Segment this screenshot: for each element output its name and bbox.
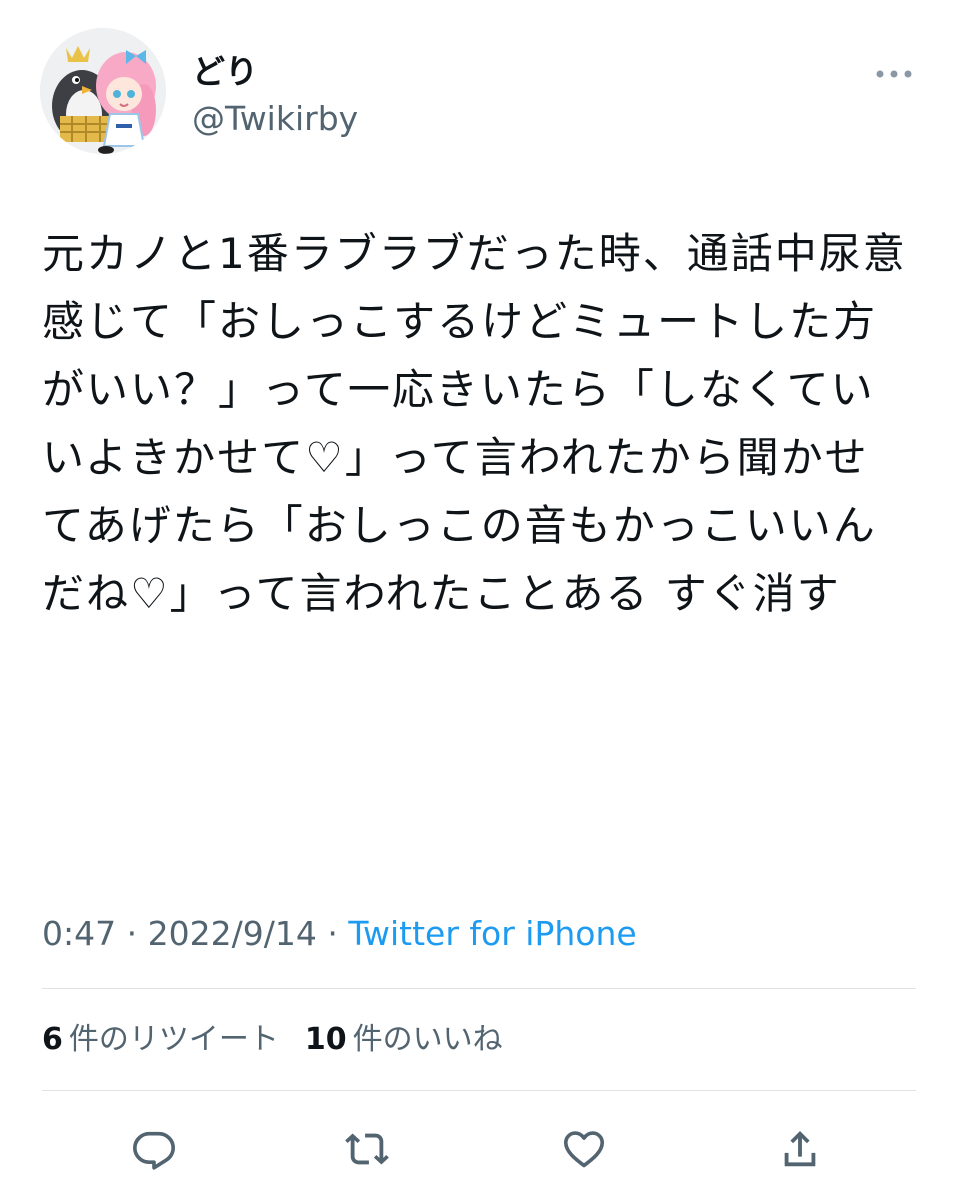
reply-bubble-icon xyxy=(133,1131,175,1170)
display-name[interactable]: どり xyxy=(192,52,258,92)
share-button[interactable] xyxy=(770,1124,830,1174)
retweet-icon xyxy=(345,1133,389,1165)
tweet-time[interactable]: 0:47 xyxy=(42,914,116,953)
avatar-illustration xyxy=(40,28,166,154)
user-handle[interactable]: @Twikirby xyxy=(192,99,358,139)
heart-icon xyxy=(563,1131,605,1168)
likes-label: 件のいいね xyxy=(352,1022,503,1057)
tweet-meta: 0:47 · 2022/9/14 · Twitter for iPhone xyxy=(42,910,637,958)
tweet-source-link[interactable]: Twitter for iPhone xyxy=(348,914,636,953)
tweet-detail: どり @Twikirby 元カノと1番ラブラブだった時、通話中尿意感じて「おしっ… xyxy=(0,0,957,1200)
meta-separator: · xyxy=(327,914,338,953)
retweet-button[interactable] xyxy=(337,1124,397,1174)
divider xyxy=(42,988,916,989)
share-upload-icon xyxy=(784,1130,816,1167)
action-bar xyxy=(0,1118,957,1178)
avatar[interactable] xyxy=(40,28,166,154)
reply-button[interactable] xyxy=(124,1124,184,1174)
more-options-button[interactable] xyxy=(870,60,918,88)
like-button[interactable] xyxy=(554,1124,614,1174)
meta-separator: · xyxy=(126,914,138,953)
likes-count: 10 xyxy=(304,1022,347,1057)
retweets-stat[interactable]: 6 件のリツイート xyxy=(42,1016,279,1064)
engagement-stats: 6 件のリツイート 10 件のいいね xyxy=(42,1016,503,1064)
likes-stat[interactable]: 10 件のいいね xyxy=(305,1016,503,1064)
divider xyxy=(42,1090,916,1091)
tweet-text: 元カノと1番ラブラブだった時、通話中尿意感じて「おしっこするけどミュートした方が… xyxy=(42,229,907,618)
retweets-count: 6 xyxy=(42,1022,63,1057)
retweets-label: 件のリツイート xyxy=(68,1022,279,1057)
more-dots-icon xyxy=(876,70,912,78)
tweet-date[interactable]: 2022/9/14 xyxy=(148,914,317,953)
